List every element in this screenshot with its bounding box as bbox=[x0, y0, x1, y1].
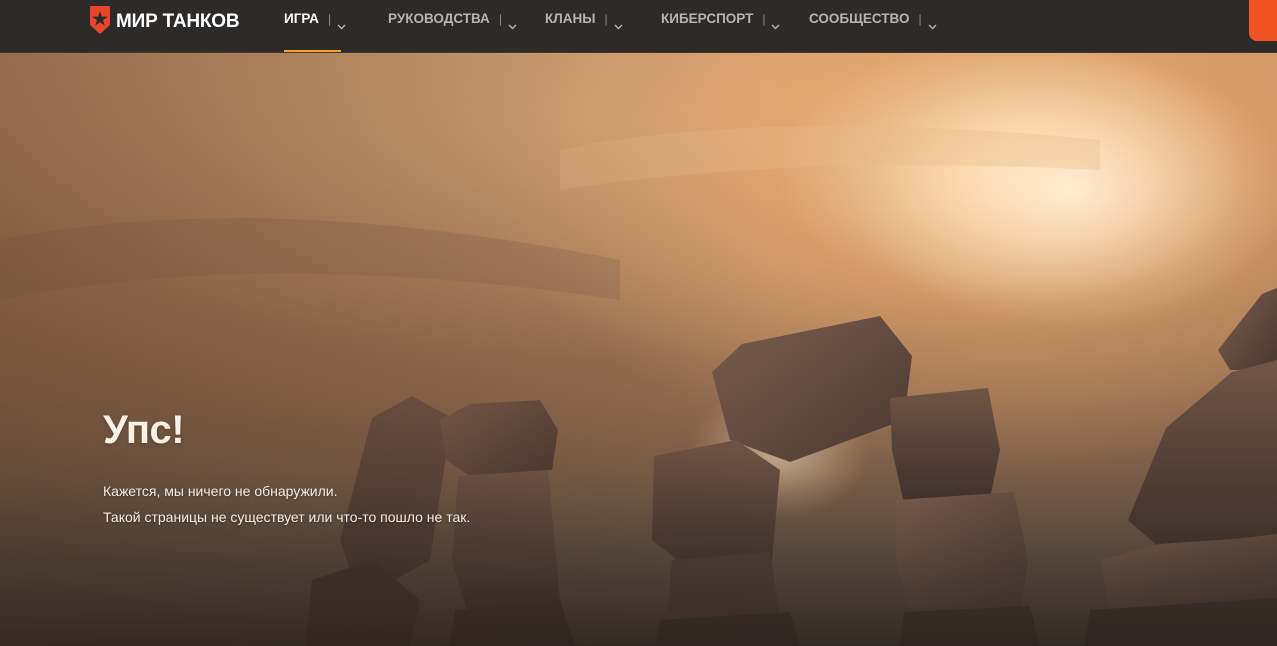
error-message-line-1: Кажется, мы ничего не обнаружили. bbox=[103, 483, 338, 499]
nav-separator: | bbox=[918, 12, 922, 26]
chevron-down-icon[interactable] bbox=[337, 15, 346, 34]
site-logo[interactable]: МИР ТАНКОВ bbox=[89, 5, 240, 39]
nav-item-game[interactable]: ИГРА | bbox=[284, 0, 388, 52]
error-message-line-2: Такой страницы не существует или что-то … bbox=[103, 509, 471, 525]
logo-text: МИР ТАНКОВ bbox=[116, 11, 240, 32]
nav-separator: | bbox=[498, 12, 502, 26]
chevron-down-icon[interactable] bbox=[771, 15, 780, 34]
nav-item-clans[interactable]: КЛАНЫ | bbox=[545, 0, 661, 52]
chevron-down-icon[interactable] bbox=[614, 15, 623, 34]
nav-item-guides[interactable]: РУКОВОДСТВА | bbox=[388, 0, 545, 52]
nav-separator: | bbox=[762, 12, 766, 26]
nav-item-esports[interactable]: КИБЕРСПОРТ | bbox=[661, 0, 809, 52]
main-nav: ИГРА | РУКОВОДСТВА | КЛАНЫ | КИБЕРСПОРТ … bbox=[284, 0, 939, 52]
hero-background bbox=[0, 0, 1277, 646]
nav-item-label: КИБЕРСПОРТ bbox=[661, 11, 754, 26]
error-title: Упс! bbox=[103, 408, 185, 452]
nav-item-label: КЛАНЫ bbox=[545, 11, 596, 26]
hero-shade bbox=[0, 0, 1277, 646]
active-tab-underline bbox=[284, 50, 341, 52]
star-shield-icon bbox=[89, 5, 111, 39]
top-navigation: МИР ТАНКОВ ИГРА | РУКОВОДСТВА | КЛАНЫ | bbox=[0, 0, 1277, 53]
nav-item-label: ИГРА bbox=[284, 11, 319, 26]
nav-item-label: РУКОВОДСТВА bbox=[388, 11, 490, 26]
error-message: Кажется, мы ничего не обнаружили. Такой … bbox=[103, 478, 470, 530]
page-root: МИР ТАНКОВ ИГРА | РУКОВОДСТВА | КЛАНЫ | bbox=[0, 0, 1277, 646]
chevron-down-icon[interactable] bbox=[508, 15, 517, 34]
play-button[interactable] bbox=[1249, 0, 1277, 41]
nav-separator: | bbox=[327, 12, 332, 26]
nav-separator: | bbox=[604, 12, 608, 26]
nav-item-label: СООБЩЕСТВО bbox=[809, 11, 910, 26]
chevron-down-icon[interactable] bbox=[928, 15, 937, 34]
nav-item-community[interactable]: СООБЩЕСТВО | bbox=[809, 0, 939, 52]
